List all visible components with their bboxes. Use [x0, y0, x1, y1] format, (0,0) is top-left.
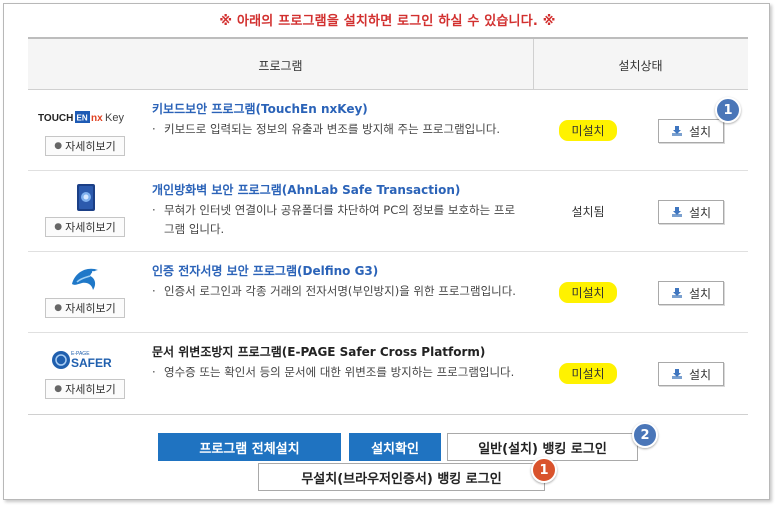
- download-icon: [671, 368, 683, 380]
- install-button[interactable]: 설치: [658, 281, 724, 305]
- plus-icon: ●: [54, 222, 63, 232]
- install-button-label: 설치: [688, 205, 712, 220]
- status-installed: 설치됨: [571, 204, 605, 219]
- install-status: 미설치: [533, 252, 643, 332]
- logo-cell: TOUCH EN nx Key ● 자세히보기: [28, 90, 143, 170]
- noinstall-banking-login-button[interactable]: 무설치(브라우저인증서) 뱅킹 로그인: [258, 463, 545, 491]
- table-row: ● 자세히보기 인증 전자서명 보안 프로그램(Delfino G3) · 인증서 …: [28, 252, 748, 333]
- logo-cell: ● 자세히보기: [28, 252, 143, 332]
- program-title: 인증 전자서명 보안 프로그램(Delfino G3): [152, 264, 379, 278]
- step-badge: 2: [632, 422, 658, 448]
- svg-text:nx: nx: [91, 113, 103, 124]
- detail-button-label: 자세히보기: [65, 383, 116, 396]
- program-description: · 영수증 또는 확인서 등의 문서에 대한 위변조를 방지하는 프로그램입니다.: [152, 363, 522, 382]
- install-notice: ※ 아래의 프로그램을 설치하면 로그인 하실 수 있습니다. ※: [219, 14, 556, 29]
- bullet-icon: ·: [152, 284, 156, 298]
- detail-button[interactable]: ● 자세히보기: [45, 136, 125, 156]
- install-status: 설치됨: [533, 171, 643, 251]
- program-description-text: 인증서 로그인과 각종 거래의 전자서명(부인방지)을 위한 프로그램입니다.: [164, 284, 516, 298]
- bullet-icon: ·: [152, 365, 156, 379]
- logo-cell: ● 자세히보기: [28, 171, 143, 251]
- program-description: · 키보드로 입력되는 정보의 유출과 변조를 방지해 주는 프로그램입니다.: [152, 120, 522, 139]
- plus-icon: ●: [54, 384, 63, 394]
- detail-button-label: 자세히보기: [65, 221, 116, 234]
- column-header-status: 설치상태: [618, 59, 663, 73]
- svg-text:EN: EN: [77, 114, 88, 123]
- confirm-install-button[interactable]: 설치확인: [349, 433, 441, 461]
- svg-text:TOUCH: TOUCH: [38, 113, 73, 124]
- status-badge-not-installed: 미설치: [559, 119, 617, 141]
- status-badge-not-installed: 미설치: [559, 362, 617, 384]
- svg-text:Key: Key: [105, 112, 124, 124]
- safer-logo-text: SAFER: [71, 356, 112, 370]
- status-badge-not-installed: 미설치: [559, 281, 617, 303]
- program-description: · 인증서 로그인과 각종 거래의 전자서명(부인방지)을 위한 프로그램입니다.: [152, 282, 522, 301]
- table-row: ● 자세히보기 개인방화벽 보안 프로그램(AhnLab Safe Transac…: [28, 171, 748, 252]
- install-button[interactable]: 설치: [658, 200, 724, 224]
- install-status: 미설치: [533, 90, 643, 170]
- install-button-label: 설치: [688, 367, 712, 382]
- detail-button[interactable]: ● 자세히보기: [45, 217, 125, 237]
- install-button-label: 설치: [688, 286, 712, 301]
- program-title: 문서 위변조방지 프로그램(E-PAGE Safer Cross Platfor…: [152, 345, 486, 359]
- install-button[interactable]: 설치: [658, 119, 724, 143]
- logo-cell: E-PAGE SAFER ● 자세히보기: [28, 333, 143, 413]
- program-title: 키보드보안 프로그램(TouchEn nxKey): [152, 102, 368, 116]
- download-icon: [671, 125, 683, 137]
- program-description-text: 영수증 또는 확인서 등의 문서에 대한 위변조를 방지하는 프로그램입니다.: [164, 365, 515, 379]
- install-button-label: 설치: [688, 124, 712, 139]
- touchen-nxkey-logo: TOUCH EN nx Key: [38, 104, 133, 130]
- safer-logo: E-PAGE SAFER: [38, 347, 133, 373]
- detail-button[interactable]: ● 자세히보기: [45, 298, 125, 318]
- program-title: 개인방화벽 보안 프로그램(AhnLab Safe Transaction): [152, 183, 461, 197]
- plus-icon: ●: [54, 303, 63, 313]
- program-description-text: 무혀가 인터넷 연결이나 공유폴더를 차단하여 PC의 정보를 보호하는 프로그…: [164, 203, 516, 236]
- program-description: · 무혀가 인터넷 연결이나 공유폴더를 차단하여 PC의 정보를 보호하는 프로…: [152, 201, 522, 239]
- bullet-icon: ·: [152, 203, 156, 217]
- download-icon: [671, 287, 683, 299]
- install-all-button[interactable]: 프로그램 전체설치: [158, 433, 341, 461]
- step-badge: 1: [715, 97, 741, 123]
- detail-button[interactable]: ● 자세히보기: [45, 379, 125, 399]
- detail-button-label: 자세히보기: [65, 140, 116, 153]
- install-button[interactable]: 설치: [658, 362, 724, 386]
- table-row: E-PAGE SAFER ● 자세히보기 문서 위변조방지 프로그램(E-PAGE…: [28, 333, 748, 413]
- plus-icon: ●: [54, 141, 63, 151]
- table-row: TOUCH EN nx Key ● 자세히보기 키보드보안 프로그램(TouchE…: [28, 90, 748, 171]
- program-description-text: 키보드로 입력되는 정보의 유출과 변조를 방지해 주는 프로그램입니다.: [164, 122, 501, 136]
- table-header: 프로그램 설치상태: [28, 39, 748, 90]
- download-icon: [671, 206, 683, 218]
- detail-button-label: 자세히보기: [65, 302, 116, 315]
- install-status: 미설치: [533, 333, 643, 413]
- column-header-program: 프로그램: [258, 59, 303, 73]
- bullet-icon: ·: [152, 122, 156, 136]
- ahnlab-safe-transaction-logo: [38, 184, 133, 211]
- step-badge: 1: [531, 457, 557, 483]
- program-table: 프로그램 설치상태 TOUCH EN nx Key ● 자세히보기 키보드보안 프…: [28, 37, 748, 415]
- delfino-dolphin-logo: [38, 266, 133, 292]
